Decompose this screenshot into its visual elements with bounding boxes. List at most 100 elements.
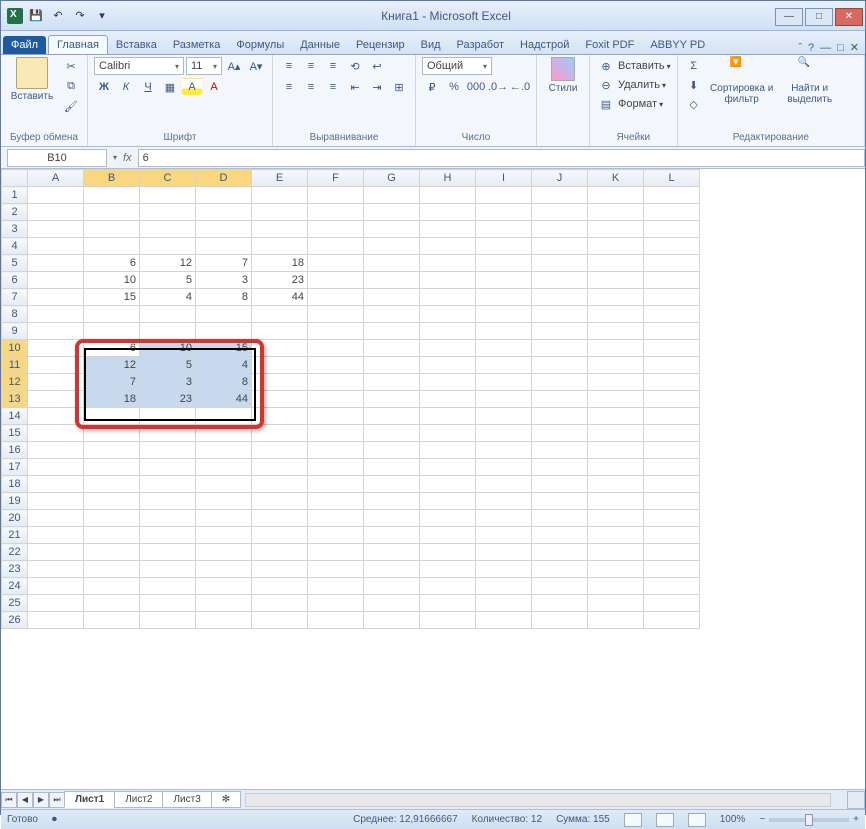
cell-F18[interactable] [308,476,364,493]
cell-I21[interactable] [476,527,532,544]
row-header-20[interactable]: 20 [2,510,28,527]
qat-dropdown-icon[interactable]: ▾ [93,7,111,25]
cell-I19[interactable] [476,493,532,510]
cell-C24[interactable] [140,578,196,595]
cell-E20[interactable] [252,510,308,527]
col-header-F[interactable]: F [308,170,364,187]
cell-H7[interactable] [420,289,476,306]
cell-J21[interactable] [532,527,588,544]
tab-foxit[interactable]: Foxit PDF [577,36,642,54]
cell-L4[interactable] [644,238,700,255]
cell-J20[interactable] [532,510,588,527]
cell-L6[interactable] [644,272,700,289]
cell-F17[interactable] [308,459,364,476]
cell-A23[interactable] [28,561,84,578]
cell-G26[interactable] [364,612,420,629]
cell-H12[interactable] [420,374,476,391]
col-header-J[interactable]: J [532,170,588,187]
cell-D6[interactable]: 3 [196,272,252,289]
number-format-combo[interactable]: Общий▾ [422,57,492,75]
new-sheet-button[interactable]: ✻ [211,791,241,808]
cell-J2[interactable] [532,204,588,221]
cell-G3[interactable] [364,221,420,238]
row-header-9[interactable]: 9 [2,323,28,340]
decrease-font-icon[interactable]: A▾ [246,57,266,75]
cell-F21[interactable] [308,527,364,544]
cell-D15[interactable] [196,425,252,442]
cell-E24[interactable] [252,578,308,595]
cell-F4[interactable] [308,238,364,255]
cell-F15[interactable] [308,425,364,442]
cell-F8[interactable] [308,306,364,323]
align-top-icon[interactable]: ≡ [279,57,299,75]
cell-H5[interactable] [420,255,476,272]
cell-E16[interactable] [252,442,308,459]
cell-F7[interactable] [308,289,364,306]
cell-E14[interactable] [252,408,308,425]
cell-I14[interactable] [476,408,532,425]
cell-H26[interactable] [420,612,476,629]
cell-G5[interactable] [364,255,420,272]
sheet-tab-2[interactable]: Лист2 [114,791,163,808]
cell-H20[interactable] [420,510,476,527]
cell-H13[interactable] [420,391,476,408]
cell-H23[interactable] [420,561,476,578]
cell-K9[interactable] [588,323,644,340]
cell-H18[interactable] [420,476,476,493]
row-header-17[interactable]: 17 [2,459,28,476]
cell-C6[interactable]: 5 [140,272,196,289]
cell-K12[interactable] [588,374,644,391]
cell-E4[interactable] [252,238,308,255]
cell-K24[interactable] [588,578,644,595]
cell-E13[interactable] [252,391,308,408]
row-header-18[interactable]: 18 [2,476,28,493]
cell-F9[interactable] [308,323,364,340]
cell-B15[interactable] [84,425,140,442]
cell-I10[interactable] [476,340,532,357]
align-center-icon[interactable]: ≡ [301,78,321,96]
cell-H16[interactable] [420,442,476,459]
cell-L5[interactable] [644,255,700,272]
cell-K26[interactable] [588,612,644,629]
cell-H21[interactable] [420,527,476,544]
cell-D4[interactable] [196,238,252,255]
cell-E25[interactable] [252,595,308,612]
minimize-button[interactable]: — [775,8,803,26]
cell-C25[interactable] [140,595,196,612]
cell-J14[interactable] [532,408,588,425]
row-header-11[interactable]: 11 [2,357,28,374]
cell-H3[interactable] [420,221,476,238]
cell-B26[interactable] [84,612,140,629]
paste-button[interactable]: Вставить [7,57,57,102]
redo-icon[interactable]: ↷ [71,7,89,25]
cell-C8[interactable] [140,306,196,323]
cell-E21[interactable] [252,527,308,544]
select-all-corner[interactable] [2,170,28,187]
cell-G18[interactable] [364,476,420,493]
cell-L3[interactable] [644,221,700,238]
cell-F19[interactable] [308,493,364,510]
sort-filter-button[interactable]: 🔽 Сортировка и фильтр [708,57,776,105]
cell-J25[interactable] [532,595,588,612]
cell-J7[interactable] [532,289,588,306]
sheet-nav-first-icon[interactable]: ⏮ [1,792,17,808]
cell-C12[interactable]: 3 [140,374,196,391]
help-icon[interactable]: ? [808,42,814,54]
doc-restore-icon[interactable]: □ [837,42,844,54]
cell-B11[interactable]: 12 [84,357,140,374]
cell-C3[interactable] [140,221,196,238]
cell-L13[interactable] [644,391,700,408]
cell-L7[interactable] [644,289,700,306]
italic-button[interactable]: К [116,78,136,96]
tab-formulas[interactable]: Формулы [228,36,292,54]
cell-L11[interactable] [644,357,700,374]
cell-G15[interactable] [364,425,420,442]
row-header-6[interactable]: 6 [2,272,28,289]
row-header-10[interactable]: 10 [2,340,28,357]
cell-G6[interactable] [364,272,420,289]
cell-H6[interactable] [420,272,476,289]
col-header-E[interactable]: E [252,170,308,187]
cell-A18[interactable] [28,476,84,493]
cell-B23[interactable] [84,561,140,578]
cell-C22[interactable] [140,544,196,561]
